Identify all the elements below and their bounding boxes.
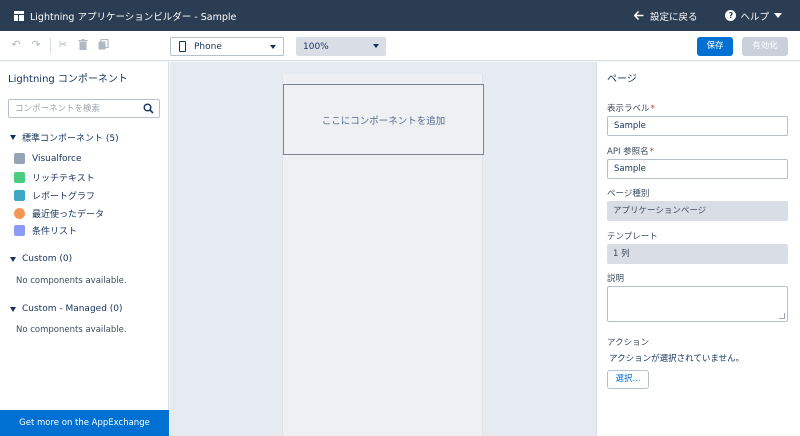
chevron-down-icon: [10, 256, 16, 262]
template-label: テンプレート: [607, 232, 658, 242]
component-label: 条件リスト: [32, 227, 78, 237]
zoom-value: 100%: [303, 41, 329, 52]
zoom-select[interactable]: 100%: [296, 37, 386, 56]
page-type-value: アプリケーションページ: [607, 201, 788, 221]
custom-components-toggle[interactable]: Custom (0): [10, 254, 72, 264]
component-rich-text[interactable]: リッチテキスト: [14, 171, 95, 184]
chevron-down-icon: [10, 306, 16, 312]
app-header: Lightning アプリケーションビルダー - Sample 設定に戻る ? …: [0, 0, 800, 31]
rich-text-icon: [14, 172, 25, 183]
custom-empty-text: No components available.: [16, 276, 127, 286]
component-list-view[interactable]: 条件リスト: [14, 224, 77, 237]
cut-icon[interactable]: ✂: [57, 39, 69, 51]
back-to-setup-link[interactable]: 設定に戻る: [633, 9, 698, 23]
save-button[interactable]: 保存: [697, 37, 733, 56]
api-name-input[interactable]: Sample: [607, 159, 788, 179]
recent-items-icon: [14, 208, 25, 219]
properties-panel: ページ 表示ラベル* Sample API 参照名* Sample ページ種別 …: [596, 62, 800, 436]
no-actions-text: アクションが選択されていません。: [609, 354, 745, 364]
arrow-left-icon: [633, 11, 644, 20]
label-input[interactable]: Sample: [607, 116, 788, 136]
component-search-input[interactable]: [9, 100, 139, 117]
chevron-down-icon: [270, 45, 276, 49]
page-type-label: ページ種別: [607, 189, 650, 199]
search-icon: [143, 103, 154, 114]
component-search: [8, 99, 160, 118]
app-builder-icon: [14, 10, 24, 21]
resize-handle-icon[interactable]: [779, 313, 785, 319]
phone-icon: [179, 41, 186, 52]
section-heading: Custom (0): [22, 254, 73, 264]
component-label: リッチテキスト: [32, 174, 95, 184]
component-label: レポートグラフ: [32, 192, 96, 202]
api-name-field-label: API 参照名*: [607, 147, 654, 157]
select-actions-button[interactable]: 選択...: [607, 370, 649, 389]
app-title: Lightning アプリケーションビルダー - Sample: [30, 11, 237, 23]
components-panel-title: Lightning コンポーネント: [8, 74, 128, 85]
activate-button[interactable]: 有効化: [742, 37, 788, 56]
description-textarea[interactable]: [607, 286, 788, 322]
section-heading: Custom - Managed (0): [22, 304, 123, 314]
redo-icon[interactable]: ↷: [30, 39, 42, 51]
component-drop-zone[interactable]: ここにコンポーネントを追加: [283, 84, 484, 155]
section-heading: 標準コンポーネント (5): [22, 134, 119, 144]
device-select[interactable]: Phone: [170, 37, 284, 56]
delete-icon[interactable]: [77, 39, 89, 51]
actions-label: アクション: [607, 338, 650, 348]
phone-preview: ここにコンポーネントを追加: [282, 74, 484, 436]
device-value: Phone: [194, 41, 222, 52]
label-field-label: 表示ラベル*: [607, 104, 655, 114]
visualforce-icon: [14, 153, 25, 164]
component-label: Visualforce: [32, 153, 82, 164]
undo-icon[interactable]: ↶: [10, 39, 22, 51]
template-value: 1 列: [607, 244, 788, 264]
chevron-down-icon: [373, 44, 379, 48]
list-view-icon: [14, 225, 25, 236]
drop-zone-label: ここにコンポーネントを追加: [321, 115, 446, 127]
help-icon: ?: [725, 10, 737, 21]
component-recent-items[interactable]: 最近使ったデータ: [14, 207, 104, 220]
help-label: ヘルプ: [740, 11, 769, 23]
component-visualforce[interactable]: Visualforce: [14, 153, 82, 164]
toolbar-divider: [50, 38, 51, 54]
copy-icon[interactable]: [97, 38, 109, 51]
report-chart-icon: [14, 190, 25, 201]
toolbar: ↶ ↷ ✂ Phone 100% 保存 有効化: [0, 31, 800, 61]
component-report-chart[interactable]: レポートグラフ: [14, 189, 95, 202]
help-menu[interactable]: ? ヘルプ: [725, 9, 782, 23]
properties-panel-title: ページ: [607, 74, 637, 85]
custom-managed-components-toggle[interactable]: Custom - Managed (0): [10, 304, 123, 314]
custom-managed-empty-text: No components available.: [16, 325, 127, 335]
standard-components-toggle[interactable]: 標準コンポーネント (5): [10, 131, 119, 144]
appexchange-button[interactable]: Get more on the AppExchange: [0, 410, 169, 436]
back-label: 設定に戻る: [649, 11, 698, 23]
component-label: 最近使ったデータ: [32, 210, 105, 220]
page-canvas: ここにコンポーネントを追加: [170, 62, 596, 436]
chevron-down-icon: [10, 135, 16, 140]
components-panel: Lightning コンポーネント 標準コンポーネント (5) Visualfo…: [0, 62, 169, 436]
chevron-down-icon: [774, 13, 782, 18]
description-label: 説明: [607, 274, 625, 284]
